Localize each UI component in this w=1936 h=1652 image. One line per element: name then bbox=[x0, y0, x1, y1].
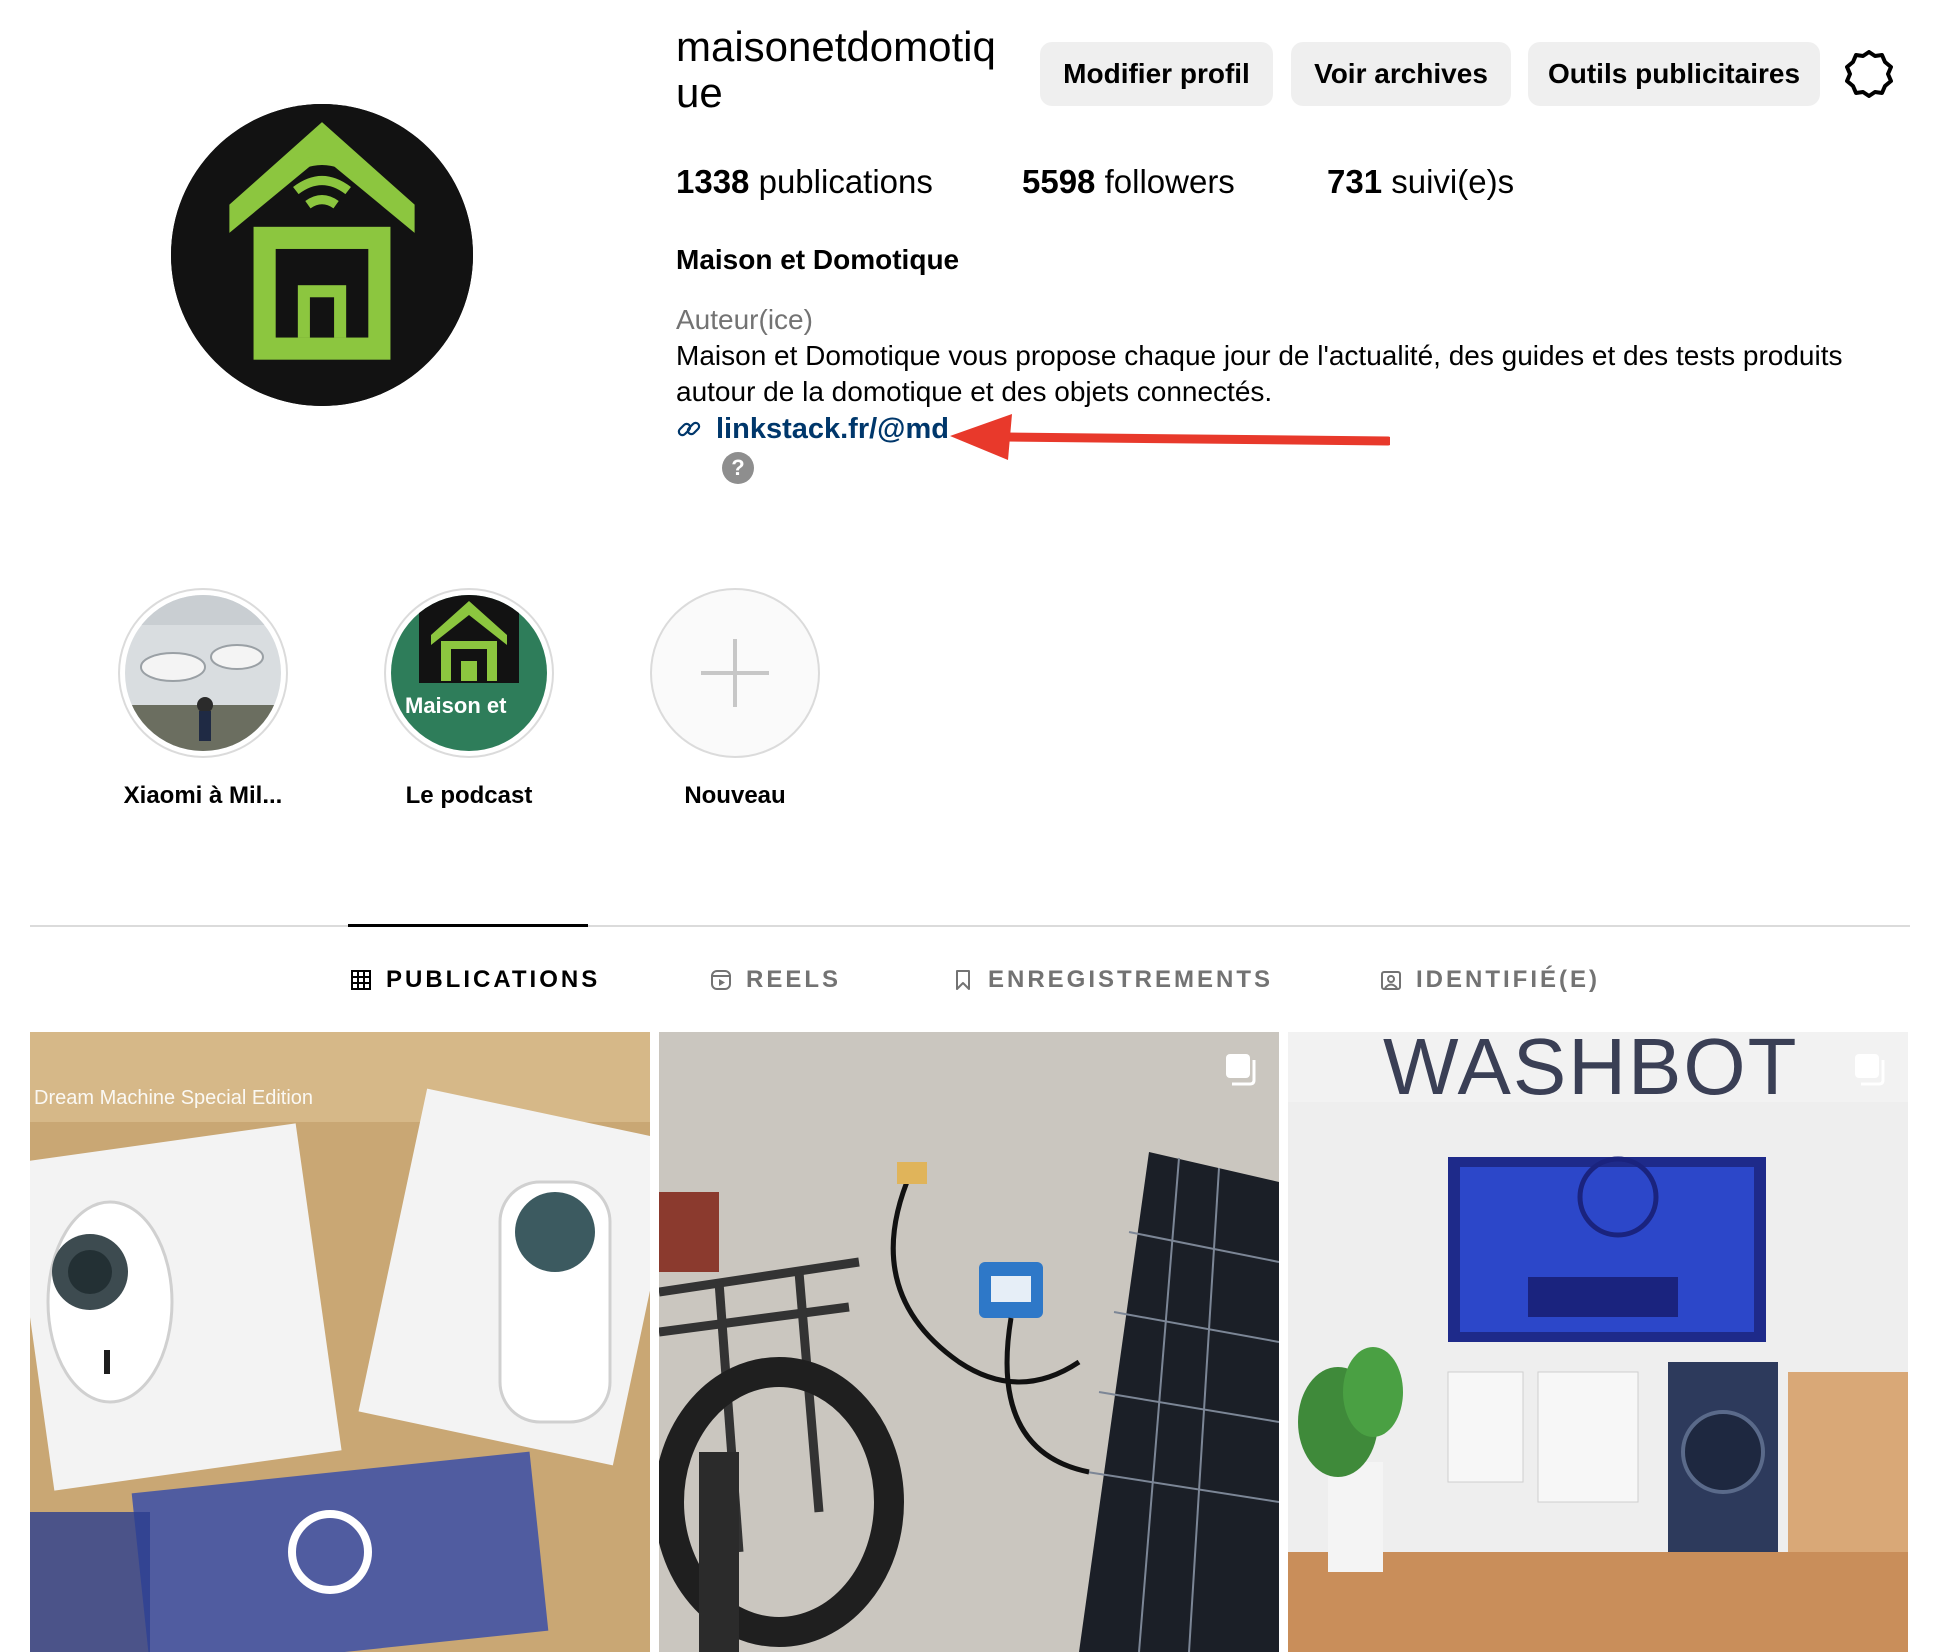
grid-icon bbox=[351, 970, 371, 990]
help-question-icon[interactable]: ? bbox=[722, 452, 754, 484]
highlight-label-new: Nouveau bbox=[684, 782, 786, 809]
post-thumbnail-3[interactable]: WASHBOT bbox=[1288, 1032, 1908, 1652]
followers-count-label: followers bbox=[1095, 163, 1235, 200]
post-thumbnail-2[interactable] bbox=[659, 1032, 1279, 1652]
settings-gear-icon[interactable] bbox=[1845, 50, 1893, 98]
reels-icon bbox=[711, 970, 731, 990]
followers-stat[interactable]: 5598 followers bbox=[1022, 161, 1235, 203]
tab-publications[interactable]: PUBLICATIONS bbox=[350, 960, 600, 1000]
posts-count-value: 1338 bbox=[676, 163, 750, 200]
highlight-xiaomi[interactable] bbox=[118, 588, 288, 758]
annotation-arrow-icon bbox=[950, 414, 1390, 460]
profile-link[interactable]: linkstack.fr/@md bbox=[716, 413, 949, 446]
highlight-label-podcast: Le podcast bbox=[405, 782, 533, 809]
tab-tagged-label: IDENTIFIÉ(E) bbox=[1416, 966, 1600, 993]
profile-link-row[interactable]: linkstack.fr/@md bbox=[676, 410, 949, 448]
tab-tagged[interactable]: IDENTIFIÉ(E) bbox=[1380, 960, 1600, 1000]
post-thumbnail-1[interactable]: Dream Machine Special Edition bbox=[30, 1032, 650, 1652]
edit-profile-button[interactable]: Modifier profil bbox=[1040, 42, 1273, 106]
multi-photo-icon bbox=[1226, 1054, 1256, 1086]
ad-tools-button[interactable]: Outils publicitaires bbox=[1528, 42, 1820, 106]
followers-count-value: 5598 bbox=[1022, 163, 1096, 200]
profile-avatar[interactable] bbox=[171, 104, 473, 406]
highlight-xiaomi-cover bbox=[125, 595, 281, 751]
profile-bio: Maison et Domotique vous propose chaque … bbox=[676, 340, 1843, 407]
profile-category: Auteur(ice) bbox=[676, 304, 813, 335]
highlight-podcast-cover: Maison et bbox=[391, 595, 547, 751]
posts-count-label: publications bbox=[749, 163, 933, 200]
maison-domotique-logo bbox=[171, 104, 473, 406]
link-chain-icon bbox=[677, 421, 701, 437]
tab-publications-label: PUBLICATIONS bbox=[386, 966, 601, 993]
plus-icon bbox=[701, 639, 769, 707]
tab-reels[interactable]: REELS bbox=[710, 960, 841, 1000]
posts-count-stat: 1338 publications bbox=[676, 161, 933, 203]
post-3-booth-text: WASHBOT bbox=[1383, 1032, 1798, 1111]
following-stat[interactable]: 731 suivi(e)s bbox=[1327, 161, 1514, 203]
multi-photo-icon bbox=[1855, 1054, 1885, 1086]
active-tab-indicator bbox=[348, 924, 588, 927]
highlight-label-xiaomi: Xiaomi à Mil... bbox=[123, 782, 283, 809]
tab-saved[interactable]: ENREGISTREMENTS bbox=[952, 960, 1273, 1000]
highlight-podcast[interactable]: Maison et bbox=[384, 588, 554, 758]
post-image-unifi-cameras: Dream Machine Special Edition bbox=[30, 1032, 650, 1652]
tagged-icon bbox=[1381, 971, 1401, 990]
following-count-label: suivi(e)s bbox=[1382, 163, 1515, 200]
tab-reels-label: REELS bbox=[746, 966, 842, 993]
tab-saved-label: ENREGISTREMENTS bbox=[988, 966, 1274, 993]
profile-username: maisonetdomotique bbox=[676, 23, 996, 116]
post-image-washbot-booth: WASHBOT bbox=[1288, 1032, 1908, 1652]
new-highlight-button[interactable] bbox=[650, 588, 820, 758]
view-archive-button[interactable]: Voir archives bbox=[1291, 42, 1511, 106]
bookmark-icon bbox=[956, 970, 970, 990]
post-image-solar-panel-bike bbox=[659, 1032, 1279, 1652]
following-count-value: 731 bbox=[1327, 163, 1383, 200]
tabs-divider bbox=[30, 925, 1910, 927]
profile-full-name: Maison et Domotique bbox=[676, 244, 960, 275]
post-1-box-text: Dream Machine Special Edition bbox=[34, 1087, 313, 1109]
podcast-cover-text: Maison et bbox=[405, 693, 507, 718]
